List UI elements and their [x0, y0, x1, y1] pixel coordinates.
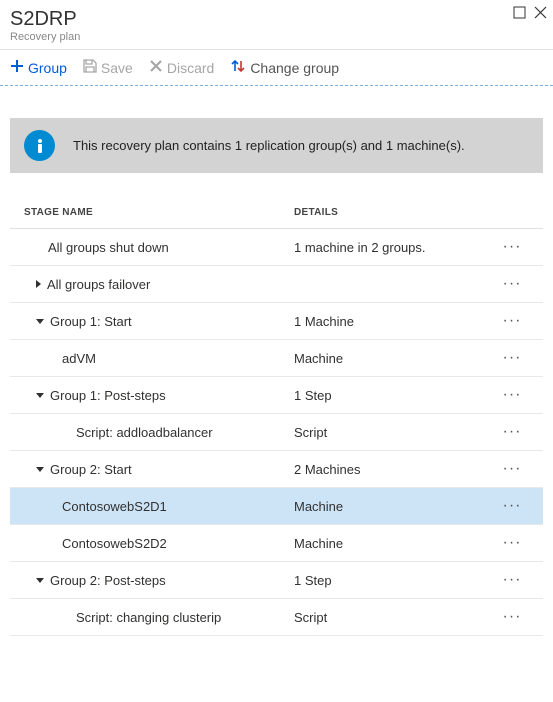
row-more-icon[interactable]: ··· [495, 275, 529, 293]
stage-label: adVM [62, 351, 96, 366]
table-row[interactable]: Group 2: Post-steps 1 Step··· [10, 562, 543, 599]
column-header-details: DETAILS [294, 207, 529, 218]
table-row[interactable]: Group 1: Start 1 Machine··· [10, 303, 543, 340]
info-message: This recovery plan contains 1 replicatio… [73, 138, 465, 153]
save-button: Save [83, 59, 133, 76]
row-more-icon[interactable]: ··· [495, 312, 529, 330]
maximize-icon[interactable] [513, 6, 526, 19]
discard-icon [149, 59, 163, 76]
stage-cell: Group 1: Post-steps [10, 388, 294, 403]
page-subtitle: Recovery plan [10, 31, 543, 43]
stage-label: Group 1: Post-steps [50, 388, 166, 403]
close-icon[interactable] [534, 6, 547, 19]
chevron-right-icon[interactable] [36, 280, 41, 288]
chevron-down-icon[interactable] [36, 578, 44, 583]
page-header: S2DRP Recovery plan [0, 0, 553, 50]
stage-cell: adVM [10, 351, 294, 366]
row-more-icon[interactable]: ··· [495, 423, 529, 441]
stage-cell: Script: addloadbalancer [10, 425, 294, 440]
stage-label: Group 2: Post-steps [50, 573, 166, 588]
stage-label: Script: addloadbalancer [76, 425, 213, 440]
toolbar: Group Save Discard Change group [0, 50, 553, 86]
save-icon [83, 59, 97, 76]
chevron-down-icon[interactable] [36, 467, 44, 472]
save-label: Save [101, 60, 133, 76]
table-row[interactable]: ContosowebS2D2 Machine··· [10, 525, 543, 562]
info-icon [24, 130, 55, 161]
table-row[interactable]: All groups shut down 1 machine in 2 group… [10, 229, 543, 266]
table-row[interactable]: Script: changing clusterip Script··· [10, 599, 543, 636]
chevron-down-icon[interactable] [36, 319, 44, 324]
stage-label: Group 1: Start [50, 314, 132, 329]
stage-label: Group 2: Start [50, 462, 132, 477]
row-more-icon[interactable]: ··· [495, 460, 529, 478]
table-row[interactable]: ContosowebS2D1 Machine··· [10, 488, 543, 525]
stage-cell: Group 2: Start [10, 462, 294, 477]
row-more-icon[interactable]: ··· [495, 608, 529, 626]
stage-cell: Group 2: Post-steps [10, 573, 294, 588]
stage-label: All groups shut down [48, 240, 169, 255]
stage-cell: Group 1: Start [10, 314, 294, 329]
stage-cell: All groups failover [10, 277, 294, 292]
change-group-button[interactable]: Change group [230, 58, 339, 77]
table-row[interactable]: All groups failover ··· [10, 266, 543, 303]
table-row[interactable]: adVM Machine··· [10, 340, 543, 377]
change-group-label: Change group [250, 60, 339, 76]
row-more-icon[interactable]: ··· [495, 497, 529, 515]
table-row[interactable]: Script: addloadbalancer Script··· [10, 414, 543, 451]
stage-cell: ContosowebS2D2 [10, 536, 294, 551]
stage-cell: Script: changing clusterip [10, 610, 294, 625]
info-banner: This recovery plan contains 1 replicatio… [10, 118, 543, 173]
plus-icon [10, 59, 24, 76]
details-cell: Machine [294, 499, 495, 514]
details-cell: 1 Step [294, 388, 495, 403]
stage-label: Script: changing clusterip [76, 610, 221, 625]
chevron-down-icon[interactable] [36, 393, 44, 398]
row-more-icon[interactable]: ··· [495, 349, 529, 367]
column-header-stage: STAGE NAME [24, 207, 294, 218]
discard-button: Discard [149, 59, 214, 76]
table-body: All groups shut down 1 machine in 2 group… [10, 229, 543, 636]
swap-icon [230, 58, 246, 77]
recovery-plan-table: STAGE NAME DETAILS All groups shut down 1… [0, 197, 553, 636]
stage-label: ContosowebS2D1 [62, 499, 167, 514]
add-group-label: Group [28, 60, 67, 76]
window-controls [513, 6, 547, 19]
add-group-button[interactable]: Group [10, 59, 67, 76]
details-cell: 1 machine in 2 groups. [294, 240, 495, 255]
details-cell: 2 Machines [294, 462, 495, 477]
details-cell: 1 Machine [294, 314, 495, 329]
stage-label: ContosowebS2D2 [62, 536, 167, 551]
details-cell: Script [294, 425, 495, 440]
details-cell: Machine [294, 536, 495, 551]
row-more-icon[interactable]: ··· [495, 571, 529, 589]
stage-label: All groups failover [47, 277, 150, 292]
details-cell: Script [294, 610, 495, 625]
table-header: STAGE NAME DETAILS [10, 197, 543, 229]
details-cell: Machine [294, 351, 495, 366]
row-more-icon[interactable]: ··· [495, 534, 529, 552]
row-more-icon[interactable]: ··· [495, 386, 529, 404]
stage-cell: ContosowebS2D1 [10, 499, 294, 514]
stage-cell: All groups shut down [10, 240, 294, 255]
page-title: S2DRP [10, 8, 543, 31]
table-row[interactable]: Group 2: Start 2 Machines··· [10, 451, 543, 488]
discard-label: Discard [167, 60, 214, 76]
row-more-icon[interactable]: ··· [495, 238, 529, 256]
details-cell: 1 Step [294, 573, 495, 588]
table-row[interactable]: Group 1: Post-steps 1 Step··· [10, 377, 543, 414]
